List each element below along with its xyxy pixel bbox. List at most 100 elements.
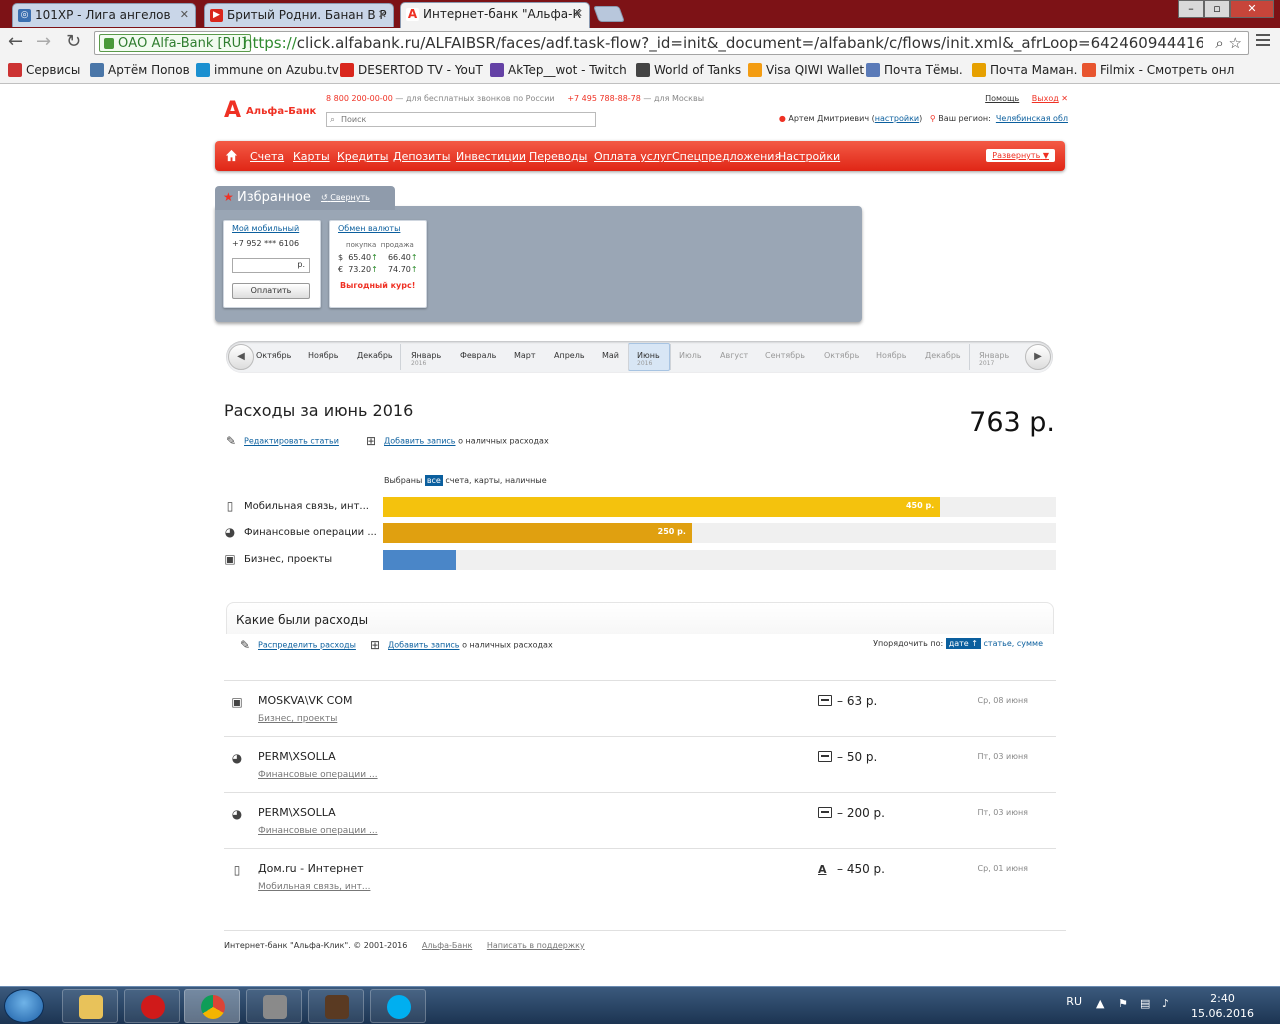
nav-settings[interactable]: Настройки — [778, 150, 840, 163]
address-bar[interactable]: ОАО Alfa-Bank [RU] https://click.alfaban… — [94, 31, 1249, 55]
next-month-arrow-icon[interactable]: ▶ — [1025, 344, 1051, 370]
category-bar[interactable] — [383, 550, 457, 570]
month-item[interactable]: Январь 2017 — [979, 351, 1009, 367]
transaction-row[interactable]: ◕ PERM\XSOLLA Финансовые операции ... – … — [224, 736, 1056, 792]
tray-arrow-icon[interactable]: ▲ — [1096, 997, 1108, 1010]
prev-month-arrow-icon[interactable]: ◀ — [228, 344, 254, 370]
bookmark-item[interactable]: Filmix - Смотреть онл — [1082, 62, 1234, 78]
nav-transfers[interactable]: Переводы — [529, 150, 587, 163]
help-link[interactable]: Помощь — [985, 94, 1019, 103]
category-bar[interactable]: 250 р. — [383, 523, 692, 543]
alfa-logo[interactable]: А Альфа-Банк — [224, 100, 316, 122]
zoom-icon[interactable]: ⌕ — [1215, 34, 1223, 52]
sort-by-item[interactable]: статье, — [984, 639, 1015, 648]
logout-icon[interactable]: ✕ — [1061, 94, 1068, 103]
new-tab-button[interactable] — [593, 6, 625, 22]
bookmark-item[interactable]: DESERTOD TV - YouT — [340, 62, 483, 78]
month-item[interactable]: Декабрь — [925, 351, 961, 360]
category-row[interactable]: ▣ Бизнес, проекты — [224, 550, 1056, 570]
menu-icon[interactable] — [1256, 34, 1270, 48]
pay-button[interactable]: Оплатить — [232, 283, 310, 299]
add-record-link[interactable]: Добавить запись — [384, 437, 456, 446]
logout-link[interactable]: Выход — [1032, 94, 1059, 103]
distribute-link[interactable]: Распределить расходы — [258, 641, 356, 650]
taskbar-explorer[interactable] — [62, 989, 118, 1023]
bookmark-item[interactable]: Сервисы — [8, 62, 80, 78]
transaction-category-link[interactable]: Финансовые операции ... — [258, 770, 378, 780]
category-bar[interactable]: 450 р. — [383, 497, 941, 517]
month-item[interactable]: Июль — [679, 351, 702, 360]
bookmark-item[interactable]: World of Tanks — [636, 62, 741, 78]
expand-button[interactable]: Развернуть ▼ — [986, 149, 1055, 162]
minimize-button[interactable]: – — [1178, 0, 1204, 18]
month-item[interactable]: Декабрь — [357, 351, 393, 360]
month-item[interactable]: Май — [602, 351, 619, 360]
reload-icon[interactable]: ↻ — [66, 32, 81, 52]
taskbar-app[interactable] — [246, 989, 302, 1023]
sort-by-sum[interactable]: сумме — [1017, 639, 1043, 648]
bookmark-item[interactable]: Visa QIWI Wallet — [748, 62, 864, 78]
bookmark-item[interactable]: Почта Тёмы. — [866, 62, 963, 78]
month-item[interactable]: Март — [514, 351, 536, 360]
browser-tab-alfabank[interactable]: А Интернет-банк "Альфа-К ✕ — [400, 2, 590, 28]
taskbar-game[interactable] — [308, 989, 364, 1023]
bookmark-item[interactable]: AkTep__wot - Twitch — [490, 62, 627, 78]
transaction-row[interactable]: ▣ MOSKVA\VK COM Бизнес, проекты – 63 р. … — [224, 680, 1056, 736]
transaction-row[interactable]: ◕ PERM\XSOLLA Финансовые операции ... – … — [224, 792, 1056, 848]
taskbar-chrome[interactable] — [184, 989, 240, 1023]
month-item[interactable]: Июнь 2016 — [637, 351, 660, 367]
taskbar-opera[interactable] — [124, 989, 180, 1023]
month-item[interactable]: Октябрь — [824, 351, 859, 360]
bookmark-star-icon[interactable]: ☆ — [1229, 34, 1242, 52]
region-link[interactable]: Челябинская обл — [996, 114, 1068, 123]
month-item[interactable]: Январь 2016 — [411, 351, 441, 367]
month-item[interactable]: Август — [720, 351, 748, 360]
nav-cards[interactable]: Карты — [293, 150, 330, 163]
browser-tab-youtube[interactable]: ▶ Бритый Родни. Банан В Р ✕ — [204, 3, 394, 27]
category-row[interactable]: ▯ Мобильная связь, инт... 450 р. — [224, 497, 1056, 517]
nav-deposits[interactable]: Депозиты — [393, 150, 450, 163]
url-text[interactable]: https://click.alfabank.ru/ALFAIBSR/faces… — [243, 34, 1203, 52]
collapse-favorites-link[interactable]: ↺ Свернуть — [321, 193, 370, 202]
clock[interactable]: 2:40 15.06.2016 — [1191, 991, 1254, 1021]
language-indicator[interactable]: RU — [1066, 995, 1082, 1008]
close-window-button[interactable]: ✕ — [1230, 0, 1274, 18]
category-row[interactable]: ◕ Финансовые операции ... 250 р. — [224, 523, 1056, 543]
forward-icon[interactable]: → — [36, 32, 51, 52]
ev-certificate-badge[interactable]: ОАО Alfa-Bank [RU] — [99, 34, 252, 52]
month-item[interactable]: Февраль — [460, 351, 496, 360]
bookmark-item[interactable]: Почта Маман. — [972, 62, 1077, 78]
transaction-category-link[interactable]: Финансовые операции ... — [258, 826, 378, 836]
month-item[interactable]: Октябрь — [256, 351, 291, 360]
nav-payments[interactable]: Оплата услуг — [594, 150, 672, 163]
network-icon[interactable]: ▤ — [1140, 997, 1152, 1010]
footer-support-link[interactable]: Написать в поддержку — [487, 941, 585, 950]
fx-widget-title[interactable]: Обмен валюты — [338, 224, 400, 233]
transaction-category-link[interactable]: Бизнес, проекты — [258, 714, 337, 724]
close-icon[interactable]: ✕ — [180, 8, 189, 21]
month-item[interactable]: Сентябрь — [765, 351, 805, 360]
maximize-button[interactable]: ▫ — [1204, 0, 1230, 18]
mobile-widget-title[interactable]: Мой мобильный — [232, 224, 299, 233]
month-item[interactable]: Ноябрь — [876, 351, 906, 360]
month-item[interactable]: Апрель — [554, 351, 585, 360]
flag-icon[interactable]: ⚑ — [1118, 997, 1130, 1010]
home-icon[interactable] — [225, 149, 238, 162]
taskbar-skype[interactable] — [370, 989, 426, 1023]
month-item[interactable]: Ноябрь — [308, 351, 338, 360]
transaction-row[interactable]: ▯ Дом.ru - Интернет Мобильная связь, инт… — [224, 848, 1056, 904]
nav-investments[interactable]: Инвестиции — [456, 150, 526, 163]
close-icon[interactable]: ✕ — [574, 7, 583, 20]
close-icon[interactable]: ✕ — [378, 8, 387, 21]
user-settings-link[interactable]: настройки — [875, 114, 919, 123]
search-input[interactable] — [341, 113, 591, 126]
nav-special-offers[interactable]: Спецпредложения — [672, 150, 781, 163]
start-button[interactable] — [4, 989, 44, 1023]
nav-accounts[interactable]: Счета — [250, 150, 284, 163]
bookmark-item[interactable]: Артём Попов — [90, 62, 190, 78]
edit-items-link[interactable]: Редактировать статьи — [244, 437, 339, 446]
selected-all-link[interactable]: все — [424, 475, 443, 486]
bookmark-item[interactable]: immune on Azubu.tv — [196, 62, 339, 78]
nav-credits[interactable]: Кредиты — [337, 150, 388, 163]
back-icon[interactable]: ← — [8, 32, 23, 52]
